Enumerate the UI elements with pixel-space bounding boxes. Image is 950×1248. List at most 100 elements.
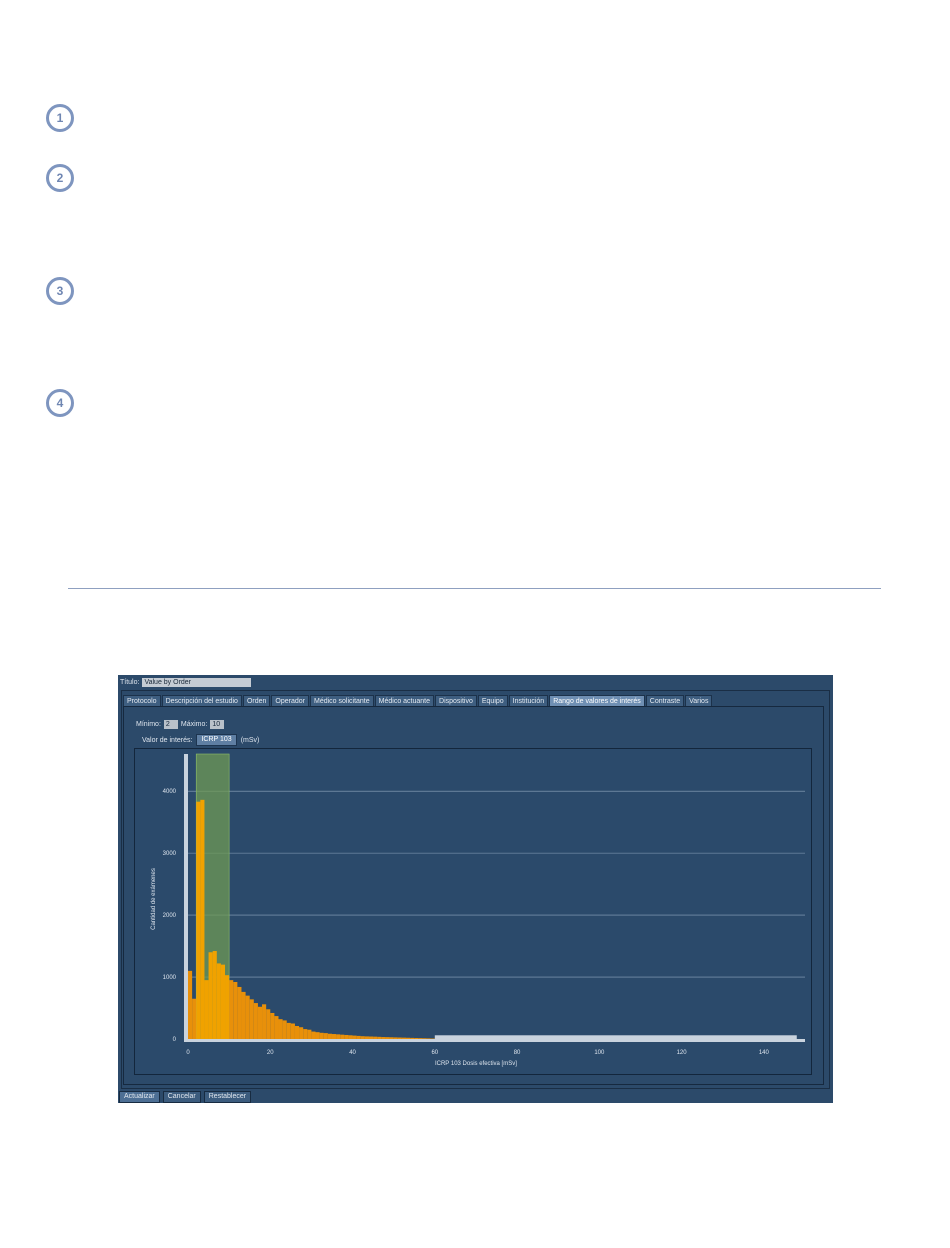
max-label: Máximo: [180, 721, 208, 728]
unit-label: (mSv) [240, 736, 260, 744]
max-input[interactable]: 10 [210, 720, 225, 729]
y-tick-label: 3000 [163, 851, 177, 857]
histogram-bar [422, 1038, 427, 1039]
title-input[interactable]: Value by Order [142, 677, 252, 687]
histogram-bar [208, 952, 213, 1039]
step-2-badge: 2 [46, 164, 74, 192]
histogram-bar [278, 1019, 283, 1039]
histogram-bar [245, 995, 250, 1039]
histogram-bar [216, 963, 221, 1039]
value-label: Valor de interés: [142, 736, 193, 744]
histogram-bar [229, 980, 234, 1039]
histogram-bar [401, 1037, 407, 1039]
histogram-bar [389, 1037, 394, 1039]
x-tick-label: 20 [267, 1050, 274, 1056]
min-label: Mínimo: [136, 721, 161, 728]
x-tick-label: 120 [677, 1050, 688, 1056]
histogram-bar [360, 1036, 365, 1039]
step-3-badge: 3 [46, 277, 74, 305]
x-tick-label: 80 [514, 1050, 521, 1056]
histogram-bar [303, 1029, 308, 1039]
histogram-bar [307, 1029, 312, 1039]
histogram-bar [344, 1034, 349, 1039]
title-label: Título: [120, 678, 140, 686]
histogram-bar [397, 1037, 402, 1039]
histogram-bar [299, 1027, 304, 1039]
histogram-bar [225, 975, 230, 1039]
histogram-bar [410, 1037, 415, 1039]
y-tick-label: 4000 [163, 789, 177, 795]
tail-baseline [434, 1035, 797, 1039]
x-tick-label: 100 [594, 1050, 605, 1056]
value-select-button[interactable]: ICRP 103 [196, 734, 237, 746]
y-tick-label: 1000 [163, 975, 177, 981]
histogram-bar [270, 1012, 275, 1039]
histogram-bar [368, 1036, 374, 1039]
x-tick-label: 40 [349, 1050, 356, 1056]
histogram-bar [352, 1035, 357, 1039]
histogram-bar [348, 1035, 353, 1039]
y-axis [184, 754, 188, 1042]
histogram-bar [356, 1035, 361, 1039]
title-row: Título: Value by Order [120, 677, 252, 687]
histogram-bar [331, 1034, 337, 1039]
histogram-bar [315, 1032, 320, 1039]
y-tick-label: 0 [173, 1037, 177, 1043]
section-divider [68, 588, 881, 589]
histogram-bar [364, 1036, 369, 1039]
y-axis-label: Cantidad de exámenes [151, 868, 157, 930]
histogram-bar [237, 986, 242, 1039]
histogram-bar [393, 1037, 398, 1039]
histogram-bar [241, 991, 246, 1039]
x-tick-label: 0 [186, 1050, 190, 1056]
value-row: Valor de interés: ICRP 103 (mSv) [142, 734, 259, 746]
histogram-bar [414, 1038, 419, 1039]
action-bar: Actualizar Cancelar Restablecer [119, 1091, 252, 1103]
histogram-bar [249, 999, 254, 1039]
histogram-bar [327, 1033, 332, 1039]
step-4-badge: 4 [46, 389, 74, 417]
histogram-chart: 0 1000 2000 3000 4000 0 20 40 60 80 100 120 140 ICRP … [134, 748, 812, 1075]
histogram-bar [319, 1032, 324, 1039]
histogram-bar [290, 1023, 295, 1039]
histogram-bar [188, 970, 193, 1039]
histogram-bar [282, 1020, 287, 1039]
histogram-bar [381, 1037, 386, 1039]
histogram-bar [294, 1025, 300, 1039]
histogram-bar [377, 1036, 382, 1039]
histogram-bar [406, 1037, 411, 1039]
histogram-bar [426, 1038, 431, 1039]
histogram-bar [196, 801, 201, 1039]
histogram-bar [385, 1037, 390, 1039]
min-input[interactable]: 2 [163, 720, 178, 729]
y-tick-label: 2000 [163, 913, 177, 919]
histogram-bar [262, 1004, 267, 1039]
x-axis-label: ICRP 103 Dosis efectiva [mSv] [435, 1061, 517, 1067]
histogram-bar [204, 980, 209, 1039]
range-row: Mínimo: 2 Máximo: 10 [136, 720, 225, 729]
histogram-bar [311, 1031, 316, 1039]
x-axis [184, 1039, 805, 1042]
histogram-svg: 0 1000 2000 3000 4000 0 20 40 60 80 100 120 140 ICRP … [151, 753, 805, 1067]
histogram-bar [340, 1034, 345, 1039]
histogram-bar [257, 1006, 263, 1039]
histogram-bar [336, 1034, 341, 1039]
update-button[interactable]: Actualizar [119, 1091, 160, 1103]
histogram-bar [200, 799, 205, 1039]
cancel-button[interactable]: Cancelar [162, 1091, 201, 1103]
histogram-bar [418, 1038, 423, 1039]
histogram-bar [266, 1009, 271, 1039]
histogram-bar [323, 1033, 328, 1039]
histogram-bar [286, 1022, 291, 1039]
x-tick-label: 60 [431, 1050, 438, 1056]
x-tick-label: 140 [759, 1050, 770, 1056]
reset-button[interactable]: Restablecer [203, 1091, 252, 1103]
histogram-bar [212, 951, 217, 1039]
application-window: Título: Value by Order Protocolo Descrip… [118, 675, 833, 1103]
histogram-bar [220, 964, 226, 1039]
step-1-badge: 1 [46, 104, 74, 132]
histogram-bar [192, 998, 197, 1039]
histogram-bar [373, 1036, 378, 1039]
histogram-bar [274, 1016, 279, 1039]
histogram-bar [253, 1003, 258, 1039]
